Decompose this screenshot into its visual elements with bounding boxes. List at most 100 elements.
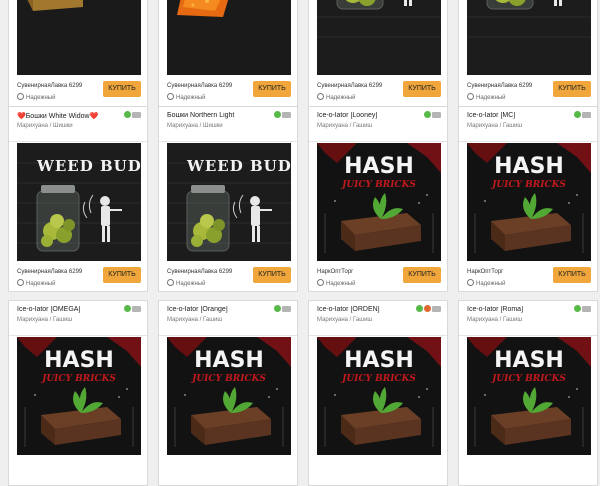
product-image[interactable]: WEED BUDS <box>17 143 141 261</box>
status-badges <box>123 305 141 314</box>
product-category[interactable]: Марихуана / Шишки <box>17 123 73 129</box>
seller-status: Надежный <box>17 279 55 287</box>
buy-button[interactable]: КУПИТЬ <box>553 81 591 97</box>
status-badges <box>123 111 141 120</box>
product-title[interactable]: Ice-o-lator [ORDEN] <box>317 306 417 313</box>
product-title[interactable]: Ice-o-lator [Looney] <box>317 112 417 119</box>
seller-name[interactable]: СувенирнаяЛавка 6299 <box>167 83 232 89</box>
product-image[interactable] <box>17 0 141 75</box>
buy-button[interactable]: КУПИТЬ <box>253 267 291 283</box>
shield-icon <box>467 93 474 100</box>
check-icon <box>124 111 131 118</box>
status-badges <box>415 305 441 314</box>
product-image[interactable]: HASH JUICY BRICKS <box>317 143 441 261</box>
seller-status-label: Надежный <box>326 281 356 287</box>
check-icon <box>416 305 423 312</box>
product-category[interactable]: Марихуана / Гашиш <box>317 123 372 129</box>
card-header: Ice-o-lator [Looney] Марихуана / Гашиш <box>309 107 447 142</box>
product-title[interactable]: Ice-o-lator [Roma] <box>467 306 567 313</box>
product-image[interactable]: HASH JUICY BRICKS <box>467 337 591 455</box>
product-card[interactable]: Ice-o-lator [ORDEN] Марихуана / Гашиш HAS… <box>308 300 448 486</box>
envelope-icon[interactable] <box>582 112 591 118</box>
envelope-icon[interactable] <box>132 306 141 312</box>
buy-button[interactable]: КУПИТЬ <box>253 81 291 97</box>
image-headline: HASH <box>344 154 414 179</box>
product-category[interactable]: Марихуана / Гашиш <box>167 317 222 323</box>
envelope-icon[interactable] <box>432 112 441 118</box>
check-icon <box>274 111 281 118</box>
seller-status-label: Надежный <box>26 95 56 101</box>
check-icon <box>574 305 581 312</box>
buy-button[interactable]: КУПИТЬ <box>403 81 441 97</box>
product-image[interactable] <box>467 0 591 75</box>
buy-button[interactable]: КУПИТЬ <box>103 267 141 283</box>
seller-status: Надежный <box>317 279 355 287</box>
card-header: ❤️Бошки White Widow❤️ Марихуана / Шишки <box>9 107 147 142</box>
seller-name[interactable]: СувенирнаяЛавка 6299 <box>167 269 232 275</box>
seller-name[interactable]: СувенирнаяЛавка 6299 <box>317 83 382 89</box>
image-headline: HASH <box>494 348 564 373</box>
seller-status: Надежный <box>167 279 205 287</box>
image-subheadline: JUICY BRICKS <box>190 374 266 384</box>
seller-name[interactable]: СувенирнаяЛавка 6299 <box>17 83 82 89</box>
check-icon <box>424 111 431 118</box>
envelope-icon[interactable] <box>282 112 291 118</box>
image-subheadline: JUICY BRICKS <box>340 374 416 384</box>
product-category[interactable]: Марихуана / Шишки <box>167 123 223 129</box>
image-headline: HASH <box>494 154 564 179</box>
envelope-icon[interactable] <box>282 306 291 312</box>
product-card[interactable]: Ice-o-lator [Looney] Марихуана / Гашиш HA… <box>308 106 448 292</box>
product-image[interactable]: HASH JUICY BRICKS <box>167 337 291 455</box>
product-card[interactable]: Ice-o-lator [OMEGA] Марихуана / Гашиш HAS… <box>8 300 148 486</box>
seller-name[interactable]: НаркОптТорг <box>467 269 503 275</box>
seller-status-label: Надежный <box>326 95 356 101</box>
product-title[interactable]: Бошки Northern Light <box>167 112 267 119</box>
seller-name[interactable]: СувенирнаяЛавка 6299 <box>17 269 82 275</box>
product-category[interactable]: Марихуана / Гашиш <box>467 317 522 323</box>
product-image[interactable]: HASH JUICY BRICKS <box>467 143 591 261</box>
image-headline: WEED BUDS <box>36 157 141 175</box>
image-headline: WEED BUDS <box>186 157 291 175</box>
shield-icon <box>317 279 324 286</box>
check-icon <box>574 111 581 118</box>
envelope-icon[interactable] <box>132 112 141 118</box>
seller-name[interactable]: НаркОптТорг <box>317 269 353 275</box>
product-image[interactable]: HASH JUICY BRICKS <box>317 337 441 455</box>
shield-icon <box>467 279 474 286</box>
buy-button[interactable]: КУПИТЬ <box>103 81 141 97</box>
product-title[interactable]: Ice-o-lator [OMEGA] <box>17 306 117 313</box>
status-badges <box>273 305 291 314</box>
product-title[interactable]: ❤️Бошки White Widow❤️ <box>17 112 117 120</box>
status-badges <box>423 111 441 120</box>
product-card[interactable]: Ice-o-lator [MC] Марихуана / Гашиш HASH J… <box>458 106 598 292</box>
product-image[interactable] <box>317 0 441 75</box>
seller-status-label: Надежный <box>476 281 506 287</box>
buy-button[interactable]: КУПИТЬ <box>553 267 591 283</box>
product-title[interactable]: Ice-o-lator [Orange] <box>167 306 267 313</box>
image-subheadline: JUICY BRICKS <box>490 180 566 190</box>
card-header: Ice-o-lator [ORDEN] Марихуана / Гашиш <box>309 301 447 336</box>
product-card[interactable]: Ice-o-lator [Orange] Марихуана / Гашиш HA… <box>158 300 298 486</box>
product-image[interactable] <box>167 0 291 75</box>
status-badges <box>573 111 591 120</box>
product-category[interactable]: Марихуана / Гашиш <box>17 317 72 323</box>
envelope-icon[interactable] <box>432 306 441 312</box>
shield-icon <box>167 93 174 100</box>
image-subheadline: JUICY BRICKS <box>340 180 416 190</box>
product-image[interactable]: WEED BUDS <box>167 143 291 261</box>
seller-name[interactable]: СувенирнаяЛавка 6299 <box>467 83 532 89</box>
product-card[interactable]: Бошки Northern Light Марихуана / Шишки WE… <box>158 106 298 292</box>
envelope-icon[interactable] <box>582 306 591 312</box>
product-title[interactable]: Ice-o-lator [MC] <box>467 112 567 119</box>
seller-status-label: Надежный <box>476 95 506 101</box>
product-category[interactable]: Марихуана / Гашиш <box>467 123 522 129</box>
buy-button[interactable]: КУПИТЬ <box>403 267 441 283</box>
product-card[interactable]: ❤️Бошки White Widow❤️ Марихуана / Шишки W… <box>8 106 148 292</box>
image-headline: HASH <box>44 348 114 373</box>
product-category[interactable]: Марихуана / Гашиш <box>317 317 372 323</box>
seller-status-label: Надежный <box>176 95 206 101</box>
product-image[interactable]: HASH JUICY BRICKS <box>17 337 141 455</box>
seller-status-label: Надежный <box>176 281 206 287</box>
product-card[interactable]: Ice-o-lator [Roma] Марихуана / Гашиш HASH… <box>458 300 598 486</box>
seller-status-label: Надежный <box>26 281 56 287</box>
